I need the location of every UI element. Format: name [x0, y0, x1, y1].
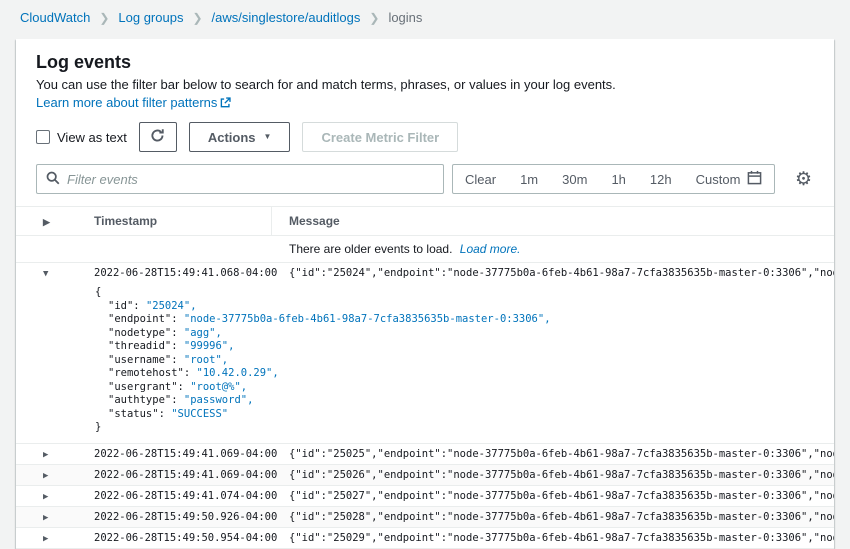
event-timestamp: 2022-06-28T15:49:41.074-04:00 [94, 486, 289, 506]
time-clear-button[interactable]: Clear [453, 165, 508, 193]
json-line: } [95, 421, 834, 435]
actions-label: Actions [208, 130, 256, 145]
older-events-text: There are older events to load. [289, 242, 452, 256]
description-text: You can use the filter bar below to sear… [36, 77, 616, 92]
time-1m-button[interactable]: 1m [508, 165, 550, 193]
event-message: {"id":"25024","endpoint":"node-37775b0a-… [289, 263, 834, 283]
older-events-row: There are older events to load. Load mor… [16, 236, 834, 263]
expand-arrow-icon[interactable]: ▶ [43, 513, 48, 523]
expand-arrow-icon[interactable]: ▶ [43, 492, 48, 502]
page-description: You can use the filter bar below to sear… [36, 76, 814, 112]
expand-arrow-icon[interactable]: ▶ [43, 534, 48, 544]
breadcrumb-chevron-icon: ❯ [369, 11, 379, 25]
collapse-arrow-icon[interactable]: ▼ [43, 269, 48, 279]
event-timestamp: 2022-06-28T15:49:50.926-04:00 [94, 507, 289, 527]
learn-more-link[interactable]: Learn more about filter patterns [36, 95, 231, 110]
log-event-row[interactable]: ▶ 2022-06-28T15:49:41.069-04:00 {"id":"2… [16, 444, 834, 465]
json-line: "threadid": "99996", [95, 340, 834, 354]
custom-label: Custom [696, 172, 741, 187]
time-range-group: Clear 1m 30m 1h 12h Custom [452, 164, 775, 194]
caret-down-icon: ▼ [264, 133, 272, 141]
event-message: {"id":"25025","endpoint":"node-37775b0a-… [289, 444, 834, 464]
page-title: Log events [36, 51, 814, 73]
expand-arrow-icon[interactable]: ▶ [43, 450, 48, 460]
expanded-event-json: { "id": "25024", "endpoint": "node-37775… [16, 283, 834, 444]
create-metric-filter-label: Create Metric Filter [321, 130, 439, 145]
refresh-icon [150, 128, 165, 146]
filter-events-field[interactable] [36, 164, 444, 194]
column-timestamp: Timestamp [94, 207, 271, 235]
log-event-row[interactable]: ▶ 2022-06-28T15:49:41.069-04:00 {"id":"2… [16, 465, 834, 486]
time-12h-button[interactable]: 12h [638, 165, 684, 193]
actions-button[interactable]: Actions ▼ [189, 122, 291, 152]
toolbar: View as text Actions ▼ Create Metric Fil… [16, 112, 834, 154]
breadcrumb-current: logins [388, 10, 422, 25]
create-metric-filter-button[interactable]: Create Metric Filter [302, 122, 458, 152]
breadcrumb-log-groups[interactable]: Log groups [118, 10, 183, 25]
table-header: ▶ Timestamp Message [16, 206, 834, 236]
json-line: "status": "SUCCESS" [95, 408, 834, 422]
breadcrumb: CloudWatch ❯ Log groups ❯ /aws/singlesto… [0, 0, 850, 33]
filter-events-input[interactable] [67, 172, 434, 187]
breadcrumb-cloudwatch[interactable]: CloudWatch [20, 10, 90, 25]
learn-more-label: Learn more about filter patterns [36, 95, 217, 110]
json-line: "remotehost": "10.42.0.29", [95, 367, 834, 381]
event-message: {"id":"25029","endpoint":"node-37775b0a-… [289, 528, 834, 548]
settings-gear-icon[interactable]: ⚙ [793, 170, 814, 189]
search-icon [46, 171, 60, 188]
event-timestamp: 2022-06-28T15:49:41.069-04:00 [94, 444, 289, 464]
calendar-icon [747, 170, 762, 188]
card-header: Log events You can use the filter bar be… [16, 39, 834, 112]
json-line: "username": "root", [95, 354, 834, 368]
breadcrumb-chevron-icon: ❯ [192, 11, 202, 25]
breadcrumb-chevron-icon: ❯ [99, 11, 109, 25]
event-timestamp: 2022-06-28T15:49:41.068-04:00 [94, 263, 289, 283]
event-message: {"id":"25026","endpoint":"node-37775b0a-… [289, 465, 834, 485]
collapse-all-arrow-icon[interactable]: ▶ [43, 217, 50, 227]
json-line: "endpoint": "node-37775b0a-6feb-4b61-98a… [95, 313, 834, 327]
time-custom-button[interactable]: Custom [684, 165, 775, 193]
column-message: Message [271, 207, 834, 235]
view-as-text-checkbox[interactable]: View as text [36, 130, 127, 145]
json-line: "id": "25024", [95, 300, 834, 314]
view-as-text-label: View as text [57, 130, 127, 145]
event-timestamp: 2022-06-28T15:49:50.954-04:00 [94, 528, 289, 548]
refresh-button[interactable] [139, 122, 177, 152]
event-message: {"id":"25028","endpoint":"node-37775b0a-… [289, 507, 834, 527]
json-line: "nodetype": "agg", [95, 327, 834, 341]
json-line: { [95, 286, 834, 300]
checkbox-box[interactable] [36, 130, 50, 144]
log-events-card: Log events You can use the filter bar be… [16, 39, 834, 549]
log-event-row[interactable]: ▶ 2022-06-28T15:49:50.926-04:00 {"id":"2… [16, 507, 834, 528]
log-events-table: ▶ Timestamp Message There are older even… [16, 206, 834, 549]
log-event-row[interactable]: ▶ 2022-06-28T15:49:50.954-04:00 {"id":"2… [16, 528, 834, 549]
load-more-link[interactable]: Load more. [460, 242, 521, 256]
time-30m-button[interactable]: 30m [550, 165, 599, 193]
event-timestamp: 2022-06-28T15:49:41.069-04:00 [94, 465, 289, 485]
filter-bar: Clear 1m 30m 1h 12h Custom ⚙ [16, 154, 834, 206]
external-link-icon [220, 96, 231, 111]
log-event-row[interactable]: ▶ 2022-06-28T15:49:41.074-04:00 {"id":"2… [16, 486, 834, 507]
log-event-row-expanded[interactable]: ▼ 2022-06-28T15:49:41.068-04:00 {"id":"2… [16, 263, 834, 283]
time-1h-button[interactable]: 1h [599, 165, 637, 193]
json-line: "usergrant": "root@%", [95, 381, 834, 395]
event-message: {"id":"25027","endpoint":"node-37775b0a-… [289, 486, 834, 506]
breadcrumb-log-group[interactable]: /aws/singlestore/auditlogs [212, 10, 361, 25]
expand-arrow-icon[interactable]: ▶ [43, 471, 48, 481]
json-line: "authtype": "password", [95, 394, 834, 408]
